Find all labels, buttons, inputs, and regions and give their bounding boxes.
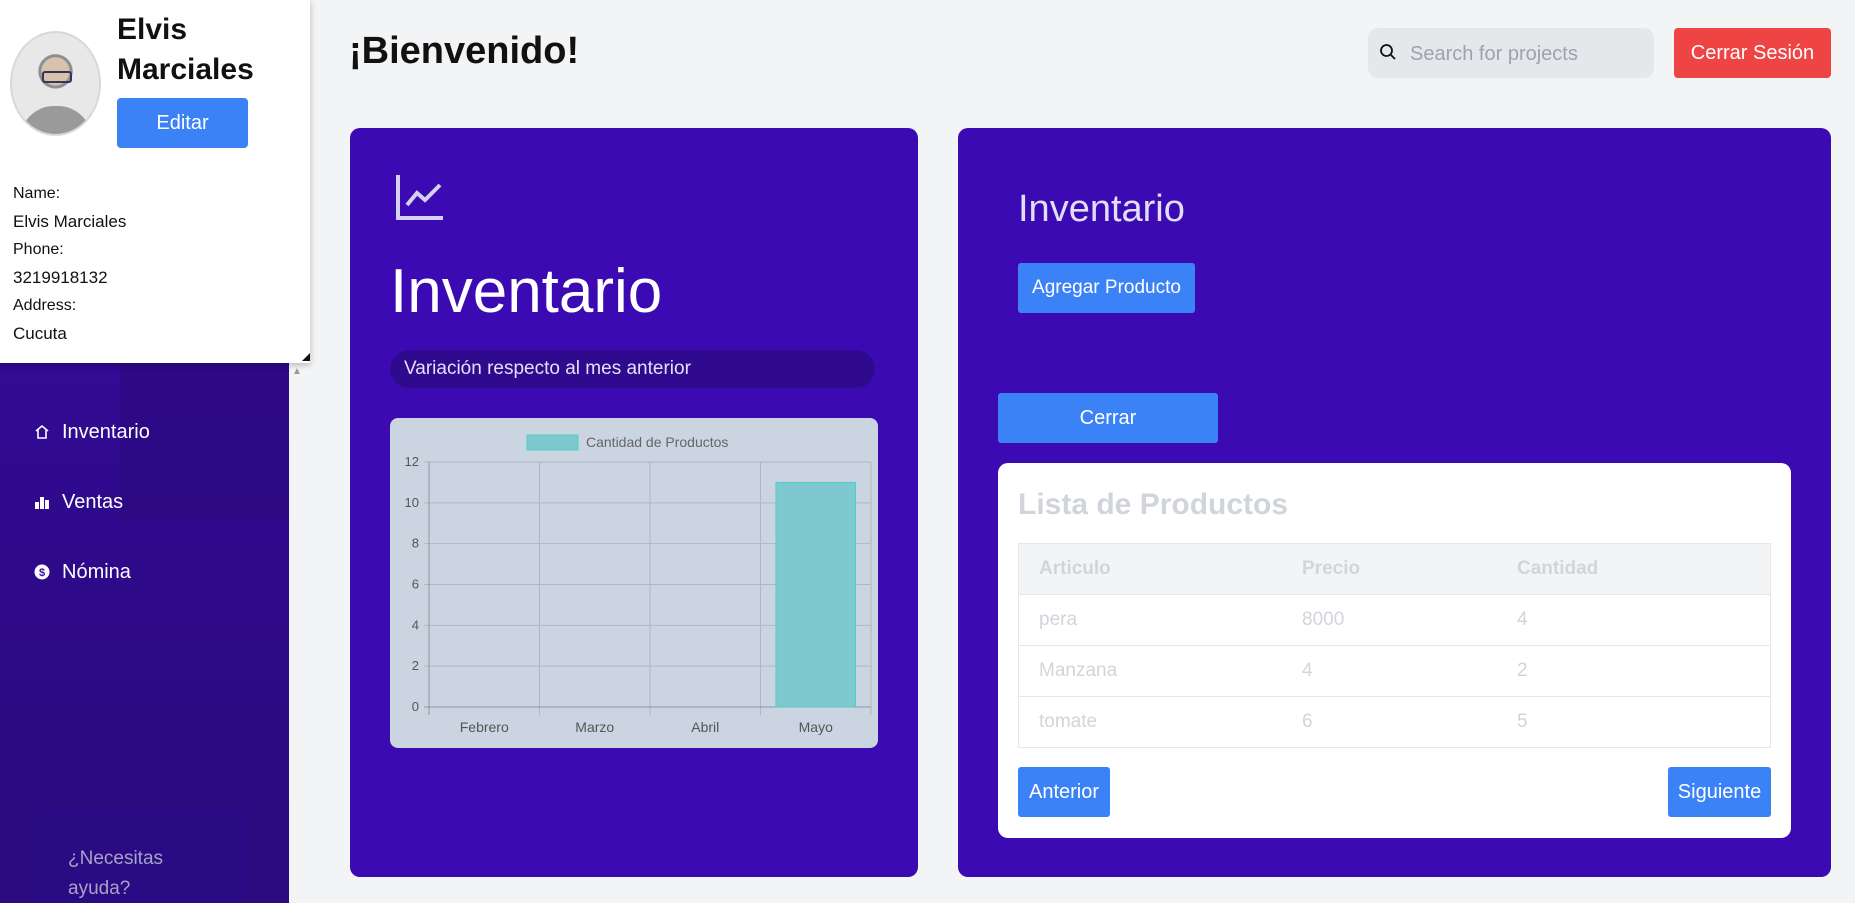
phone-value: 3219918132	[13, 268, 108, 287]
variation-label: Variación respecto al mes anterior	[390, 350, 875, 388]
table-cell: 4	[1282, 645, 1497, 697]
previous-page-button[interactable]: Anterior	[1018, 767, 1110, 817]
dollar-circle-icon: $	[33, 563, 51, 581]
product-list-title: Lista de Productos	[1018, 488, 1289, 521]
table-cell: 5	[1497, 696, 1771, 748]
address-label: Address:	[13, 297, 77, 314]
next-page-button[interactable]: Siguiente	[1668, 767, 1771, 817]
avatar-shirt	[20, 106, 92, 134]
search-icon	[1379, 43, 1397, 66]
table-row[interactable]: Manzana 4 2	[1018, 645, 1771, 697]
page-title: ¡Bienvenido!	[349, 30, 580, 72]
sidebar-item-label: Inventario	[62, 420, 150, 443]
inventory-chart: 0 2 4 6 8 10 12 Febrero Marzo Abril Mayo Cantidad d…	[390, 418, 878, 748]
name-label: Name:	[13, 185, 61, 202]
table-header-row: Articulo Precio Cantidad	[1018, 543, 1771, 595]
profile-name: Elvis Marciales	[117, 13, 254, 86]
table-cell: 2	[1497, 645, 1771, 697]
y-tick-label: 8	[412, 536, 419, 551]
avatar	[10, 31, 101, 136]
sidebar-item-inventario[interactable]: Inventario	[0, 397, 289, 467]
table-cell: 4	[1497, 594, 1771, 646]
resize-corner-icon[interactable]	[302, 353, 310, 361]
profile-panel: Elvis Marciales Editar Name: Elvis Marci…	[0, 0, 310, 363]
sidebar-nav: Inventario Ventas $ Nómina	[0, 397, 289, 607]
search-box[interactable]	[1368, 28, 1654, 80]
x-tick-label: Febrero	[460, 719, 509, 735]
table-cell: pera	[1018, 594, 1282, 646]
x-tick-label: Mayo	[799, 719, 833, 735]
table-cell: Manzana	[1018, 645, 1282, 697]
add-product-button[interactable]: Agregar Producto	[1018, 263, 1195, 313]
y-tick-label: 0	[412, 699, 419, 714]
product-table: Articulo Precio Cantidad pera 8000 4 Man…	[1018, 543, 1771, 748]
product-list-panel: Lista de Productos Articulo Precio Canti…	[998, 463, 1791, 838]
column-header: Articulo	[1018, 543, 1282, 595]
chart-svg: 0 2 4 6 8 10 12 Febrero Marzo Abril Mayo Cantidad d…	[405, 434, 872, 735]
address-value: Cucuta	[13, 324, 67, 343]
logout-button[interactable]: Cerrar Sesión	[1674, 28, 1831, 78]
legend-swatch	[526, 434, 579, 451]
y-tick-label: 6	[412, 577, 419, 592]
scroll-up-arrow-icon[interactable]: ▲	[292, 366, 302, 377]
profile-info: Name: Elvis Marciales Phone: 3219918132 …	[13, 180, 126, 348]
svg-text:$: $	[39, 567, 45, 579]
name-value: Elvis Marciales	[13, 212, 127, 231]
help-box[interactable]: ¿Necesitas ayuda?	[33, 808, 249, 903]
column-header: Precio	[1282, 543, 1497, 595]
column-header: Cantidad	[1497, 543, 1771, 595]
table-cell: 8000	[1282, 594, 1497, 646]
x-tick-label: Marzo	[575, 719, 614, 735]
inventory-title: Inventario	[1018, 188, 1185, 230]
inventory-card: Inventario Agregar Producto Cerrar Lista…	[958, 128, 1831, 877]
stats-card: Inventario Variación respecto al mes ant…	[350, 128, 918, 877]
stats-title: Inventario	[390, 257, 663, 326]
sidebar-item-label: Ventas	[62, 490, 124, 513]
table-row[interactable]: tomate 6 5	[1018, 696, 1771, 748]
y-tick-label: 2	[412, 658, 419, 673]
close-button[interactable]: Cerrar	[998, 393, 1218, 443]
table-cell: tomate	[1018, 696, 1282, 748]
help-text: ¿Necesitas ayuda?	[68, 848, 164, 899]
bar	[775, 481, 857, 708]
y-tick-label: 10	[405, 495, 419, 510]
sidebar-item-ventas[interactable]: Ventas	[0, 467, 289, 537]
search-input[interactable]	[1408, 28, 1648, 80]
line-chart-icon	[395, 173, 445, 226]
edit-button[interactable]: Editar	[117, 98, 248, 148]
avatar-glasses	[42, 71, 72, 83]
home-icon	[33, 423, 51, 441]
x-tick-label: Abril	[691, 719, 719, 735]
sidebar-item-nomina[interactable]: $ Nómina	[0, 537, 289, 607]
sidebar-item-label: Nómina	[62, 560, 131, 583]
bar-chart-icon	[33, 493, 51, 511]
y-tick-label: 4	[412, 617, 419, 632]
phone-label: Phone:	[13, 241, 64, 258]
legend-label: Cantidad de Productos	[586, 434, 728, 450]
table-cell: 6	[1282, 696, 1497, 748]
y-tick-label: 12	[405, 454, 419, 469]
table-row[interactable]: pera 8000 4	[1018, 594, 1771, 646]
